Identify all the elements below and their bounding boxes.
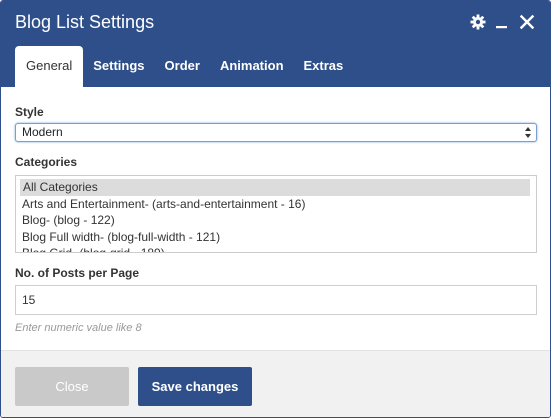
posts-per-page-input[interactable]: 15 (15, 285, 537, 315)
blog-list-settings-dialog: Blog List Settings General Settings Orde… (0, 0, 551, 418)
tab-order[interactable]: Order (155, 46, 210, 87)
tab-general[interactable]: General (15, 46, 84, 87)
dialog-header: Blog List Settings General Settings Orde… (1, 1, 550, 87)
minimize-icon[interactable] (493, 13, 511, 31)
close-button[interactable]: Close (15, 367, 129, 406)
dialog-footer: Close Save changes (1, 350, 550, 417)
dialog-title: Blog List Settings (15, 12, 155, 32)
style-select-value: Modern (22, 125, 63, 139)
close-icon[interactable] (518, 13, 536, 31)
list-item[interactable]: Blog Grid- (blog-grid - 189) (16, 245, 536, 252)
posts-per-page-hint: Enter numeric value like 8 (15, 322, 142, 334)
categories-label: Categories (15, 155, 78, 169)
posts-per-page-label: No. of Posts per Page (15, 266, 140, 280)
style-select[interactable]: Modern (15, 123, 537, 142)
tab-animation[interactable]: Animation (210, 46, 294, 87)
list-item[interactable]: All Categories (20, 179, 530, 196)
tab-settings[interactable]: Settings (83, 46, 154, 87)
categories-listbox[interactable]: All Categories Arts and Entertainment- (… (15, 175, 537, 253)
save-changes-button[interactable]: Save changes (138, 367, 252, 406)
gear-icon[interactable] (469, 13, 487, 31)
list-item[interactable]: Blog Full width- (blog-full-width - 121) (16, 229, 536, 246)
list-item[interactable]: Blog- (blog - 122) (16, 212, 536, 229)
tab-extras[interactable]: Extras (294, 46, 354, 87)
list-item[interactable]: Arts and Entertainment- (arts-and-entert… (16, 196, 536, 213)
select-arrows-icon (525, 127, 531, 138)
style-label: Style (15, 105, 44, 119)
settings-tabs: General Settings Order Animation Extras (15, 46, 353, 87)
